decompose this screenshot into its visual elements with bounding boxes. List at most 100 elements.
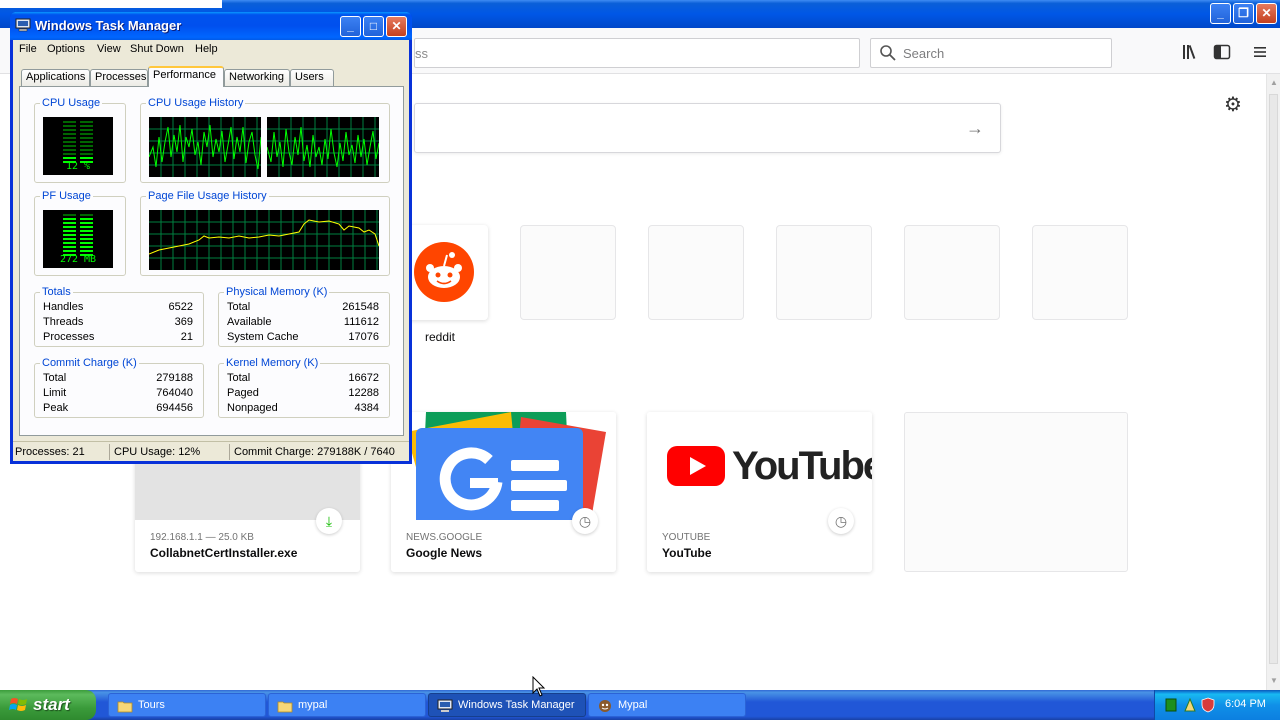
card-title: YouTube [662, 546, 712, 560]
tray-status-icon[interactable] [1165, 698, 1177, 712]
clock[interactable]: 6:04 PM [1225, 698, 1266, 710]
windows-logo-icon [9, 698, 27, 711]
close-button[interactable]: ✕ [386, 16, 407, 37]
menu-options[interactable]: Options [47, 43, 85, 55]
reddit-icon [414, 242, 474, 302]
stat-key: Limit [43, 387, 67, 399]
totals-label: Totals [40, 286, 73, 298]
sidebar-icon[interactable] [1212, 42, 1232, 62]
cpu-usage-meter: 12 % [43, 117, 113, 175]
top-site-empty [904, 225, 1000, 320]
highlight-card-google-news[interactable]: ◷ NEWS.GOOGLE Google News [391, 412, 616, 572]
youtube-wordmark: YouTube [732, 444, 872, 488]
cpu-usage-group: CPU Usage 12 % [34, 97, 126, 183]
menu-shut-down[interactable]: Shut Down [130, 43, 184, 55]
browser-minimize-button[interactable]: _ [1210, 3, 1231, 24]
cpu-history-graph-core-1 [149, 117, 261, 177]
taskbar-item-task-manager[interactable]: Windows Task Manager [428, 693, 586, 717]
taskmgr-icon [437, 699, 453, 712]
stat-key: Peak [43, 402, 69, 414]
browser-restore-button[interactable]: ❐ [1233, 3, 1254, 24]
status-processes: Processes: 21 [15, 446, 85, 458]
task-manager-title-bar[interactable]: Windows Task Manager _ □ ✕ [10, 12, 412, 40]
library-icon[interactable] [1180, 42, 1200, 62]
stat-value: 261548 [342, 301, 379, 313]
tab-applications[interactable]: Applications [21, 69, 90, 86]
menu-help[interactable]: Help [195, 43, 218, 55]
minimize-button[interactable]: _ [340, 16, 361, 37]
google-news-logo-icon [406, 412, 606, 528]
taskbar-item-tours[interactable]: Tours [108, 693, 266, 717]
task-manager-window: Windows Task Manager _ □ ✕ File Options … [10, 12, 412, 464]
mouse-cursor-icon [532, 676, 546, 697]
commit-charge-label: Commit Charge (K) [40, 357, 139, 369]
taskmgr-icon [15, 18, 31, 32]
scroll-down-icon[interactable]: ▼ [1268, 674, 1280, 688]
stat-key: System Cache [227, 331, 299, 343]
system-tray: 6:04 PM [1154, 690, 1280, 720]
stat-value: 279188 [156, 372, 193, 384]
stat-value: 17076 [348, 331, 379, 343]
tray-network-icon[interactable] [1183, 697, 1197, 713]
card-thumbnail: YouTube [647, 412, 872, 520]
cpu-history-graph-core-2 [267, 117, 379, 177]
taskbar-item-label: mypal [298, 699, 328, 711]
title-strip [0, 0, 222, 8]
pf-history-label: Page File Usage History [146, 190, 269, 202]
highlight-card-youtube[interactable]: YouTube ◷ YOUTUBE YouTube [647, 412, 872, 572]
stat-value: 369 [174, 316, 193, 328]
pf-usage-meter: 272 MB [43, 210, 113, 268]
search-placeholder: Search [903, 46, 945, 61]
address-bar[interactable]: ss [414, 38, 860, 68]
gear-icon[interactable]: ⚙ [1222, 94, 1244, 116]
cpu-meter-bars [63, 121, 93, 163]
taskbar: start Tours mypal Windows Task Manager M… [0, 690, 1280, 720]
arrow-right-icon[interactable]: → [966, 118, 984, 139]
scroll-thumb[interactable] [1269, 94, 1278, 664]
newtab-search-box[interactable]: → [414, 103, 1001, 153]
maximize-button[interactable]: □ [363, 16, 384, 37]
card-title: CollabnetCertInstaller.exe [150, 546, 298, 560]
cpu-usage-value: 12 % [65, 161, 91, 172]
stat-key: Paged [227, 387, 259, 399]
tab-processes[interactable]: Processes [90, 69, 148, 86]
browser-close-button[interactable]: ✕ [1256, 3, 1277, 24]
menu-icon[interactable] [1250, 42, 1270, 62]
pf-usage-label: PF Usage [40, 190, 93, 202]
clock-icon: ◷ [572, 508, 598, 534]
tab-networking[interactable]: Networking [224, 69, 290, 86]
top-site-empty [1032, 225, 1128, 320]
tab-performance[interactable]: Performance [148, 66, 224, 87]
card-host: 192.168.1.1 — 25.0 KB [150, 532, 254, 543]
highlight-card-empty [904, 412, 1128, 572]
stat-value: 4384 [354, 402, 379, 414]
shield-icon[interactable] [1201, 697, 1215, 713]
stat-value: 12288 [348, 387, 379, 399]
search-bar[interactable]: Search [870, 38, 1112, 68]
taskbar-item-mypal-folder[interactable]: mypal [268, 693, 426, 717]
vertical-scrollbar[interactable]: ▲ ▼ [1266, 74, 1280, 690]
status-commit: Commit Charge: 279188K / 7640 [234, 446, 395, 458]
start-button[interactable]: start [0, 690, 96, 720]
tab-users[interactable]: Users [290, 69, 334, 86]
folder-icon [117, 701, 133, 713]
menu-file[interactable]: File [19, 43, 37, 55]
performance-panel: CPU Usage 12 % CPU Usage History PF Usag… [19, 86, 404, 436]
pf-meter-bars [63, 214, 93, 256]
mypal-icon [599, 700, 611, 712]
top-site-empty [648, 225, 744, 320]
stat-value: 21 [180, 331, 193, 343]
card-thumbnail [391, 412, 616, 528]
cpu-history-label: CPU Usage History [146, 97, 246, 109]
pf-usage-value: 272 MB [59, 254, 97, 265]
status-bar: Processes: 21 CPU Usage: 12% Commit Char… [13, 441, 409, 461]
menu-view[interactable]: View [97, 43, 121, 55]
pf-usage-group: PF Usage 272 MB [34, 190, 126, 276]
taskbar-item-label: Windows Task Manager [458, 699, 575, 711]
card-host: NEWS.GOOGLE [406, 532, 483, 543]
status-cpu: CPU Usage: 12% [114, 446, 201, 458]
youtube-play-icon [667, 446, 725, 486]
scroll-up-icon[interactable]: ▲ [1268, 76, 1280, 90]
stat-value: 16672 [348, 372, 379, 384]
taskbar-item-mypal-browser[interactable]: Mypal [588, 693, 746, 717]
